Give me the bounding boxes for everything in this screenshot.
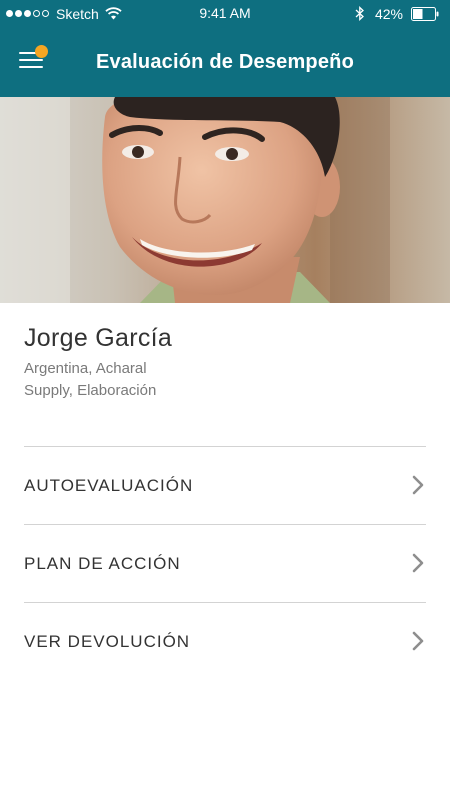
menu-item-autoevaluacion[interactable]: AUTOEVALUACIÓN xyxy=(24,446,426,524)
menu-item-plan-de-accion[interactable]: PLAN DE ACCIÓN xyxy=(24,524,426,602)
battery-percentage: 42% xyxy=(374,5,403,22)
profile-department: Supply, Elaboración xyxy=(24,382,157,399)
bluetooth-icon xyxy=(355,6,364,21)
menu-item-label: VER DEVOLUCIÓN xyxy=(24,632,191,651)
chevron-right-icon xyxy=(412,631,424,651)
nav-bar: Evaluación de Desempeño xyxy=(0,27,450,97)
status-bar: Sketch 9:41 AM 42% xyxy=(0,0,450,27)
app-screen: Sketch 9:41 AM 42% Evaluación de Desempe… xyxy=(0,0,450,800)
menu-item-label: PLAN DE ACCIÓN xyxy=(24,554,181,573)
page-title: Evaluación de Desempeño xyxy=(95,51,355,73)
menu-item-label: AUTOEVALUACIÓN xyxy=(24,476,194,495)
status-right: 42% xyxy=(355,4,440,23)
profile-photo xyxy=(0,97,450,303)
chevron-right-icon xyxy=(412,475,424,495)
options-list: AUTOEVALUACIÓN PLAN DE ACCIÓN VER DEVOLU… xyxy=(24,446,426,680)
battery-icon xyxy=(411,6,439,21)
menu-item-ver-devolucion[interactable]: VER DEVOLUCIÓN xyxy=(24,602,426,680)
profile-location: Argentina, Acharal xyxy=(24,360,147,377)
chevron-right-icon xyxy=(412,553,424,573)
profile-name: Jorge García xyxy=(24,324,173,352)
